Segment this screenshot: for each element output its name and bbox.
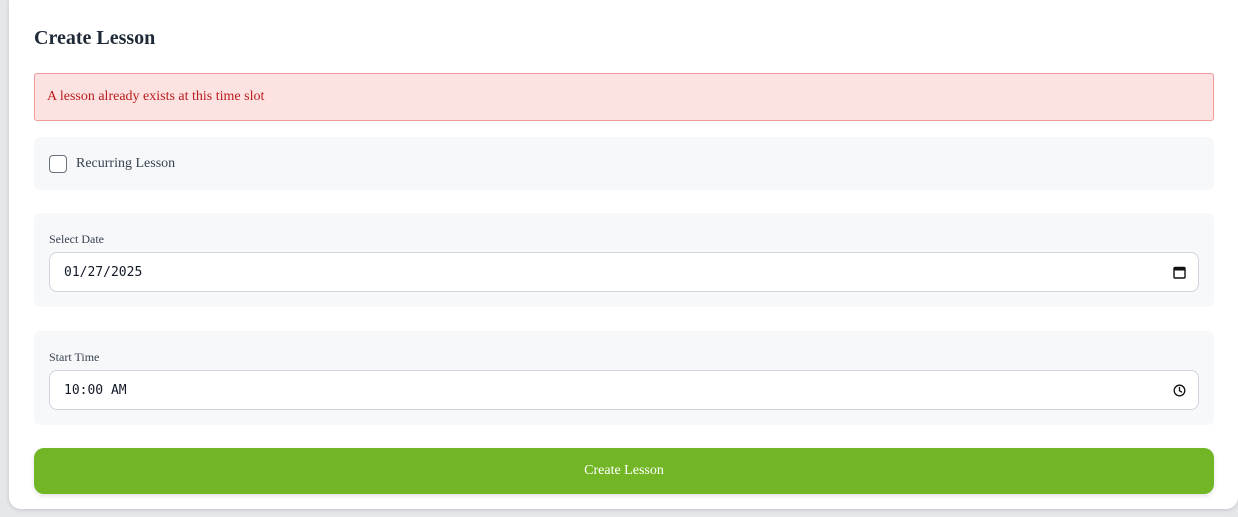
- page-title: Create Lesson: [34, 27, 156, 49]
- create-lesson-button-label[interactable]: Create Lesson: [584, 463, 664, 479]
- create-lesson-button[interactable]: Create Lesson: [34, 448, 1214, 494]
- clock-icon[interactable]: [1172, 383, 1186, 397]
- select-date-label: Select Date: [49, 232, 104, 246]
- date-input-value[interactable]: 01/27/2025: [64, 265, 1172, 280]
- date-panel: Select Date 01/27/2025: [34, 213, 1214, 307]
- recurring-panel: Recurring Lesson: [34, 137, 1214, 190]
- recurring-lesson-label[interactable]: Recurring Lesson: [76, 156, 175, 172]
- start-time-label: Start Time: [49, 350, 100, 364]
- time-input[interactable]: 10:00 AM: [49, 370, 1199, 410]
- date-input[interactable]: 01/27/2025: [49, 252, 1199, 292]
- create-lesson-card: Create Lesson A lesson already exists at…: [9, 0, 1238, 509]
- time-panel: Start Time 10:00 AM: [34, 331, 1214, 425]
- calendar-icon[interactable]: [1172, 265, 1186, 279]
- error-alert-message: A lesson already exists at this time slo…: [47, 89, 265, 104]
- recurring-lesson-checkbox[interactable]: [49, 154, 67, 173]
- error-alert: A lesson already exists at this time slo…: [34, 73, 1214, 121]
- time-input-value[interactable]: 10:00 AM: [64, 383, 1172, 398]
